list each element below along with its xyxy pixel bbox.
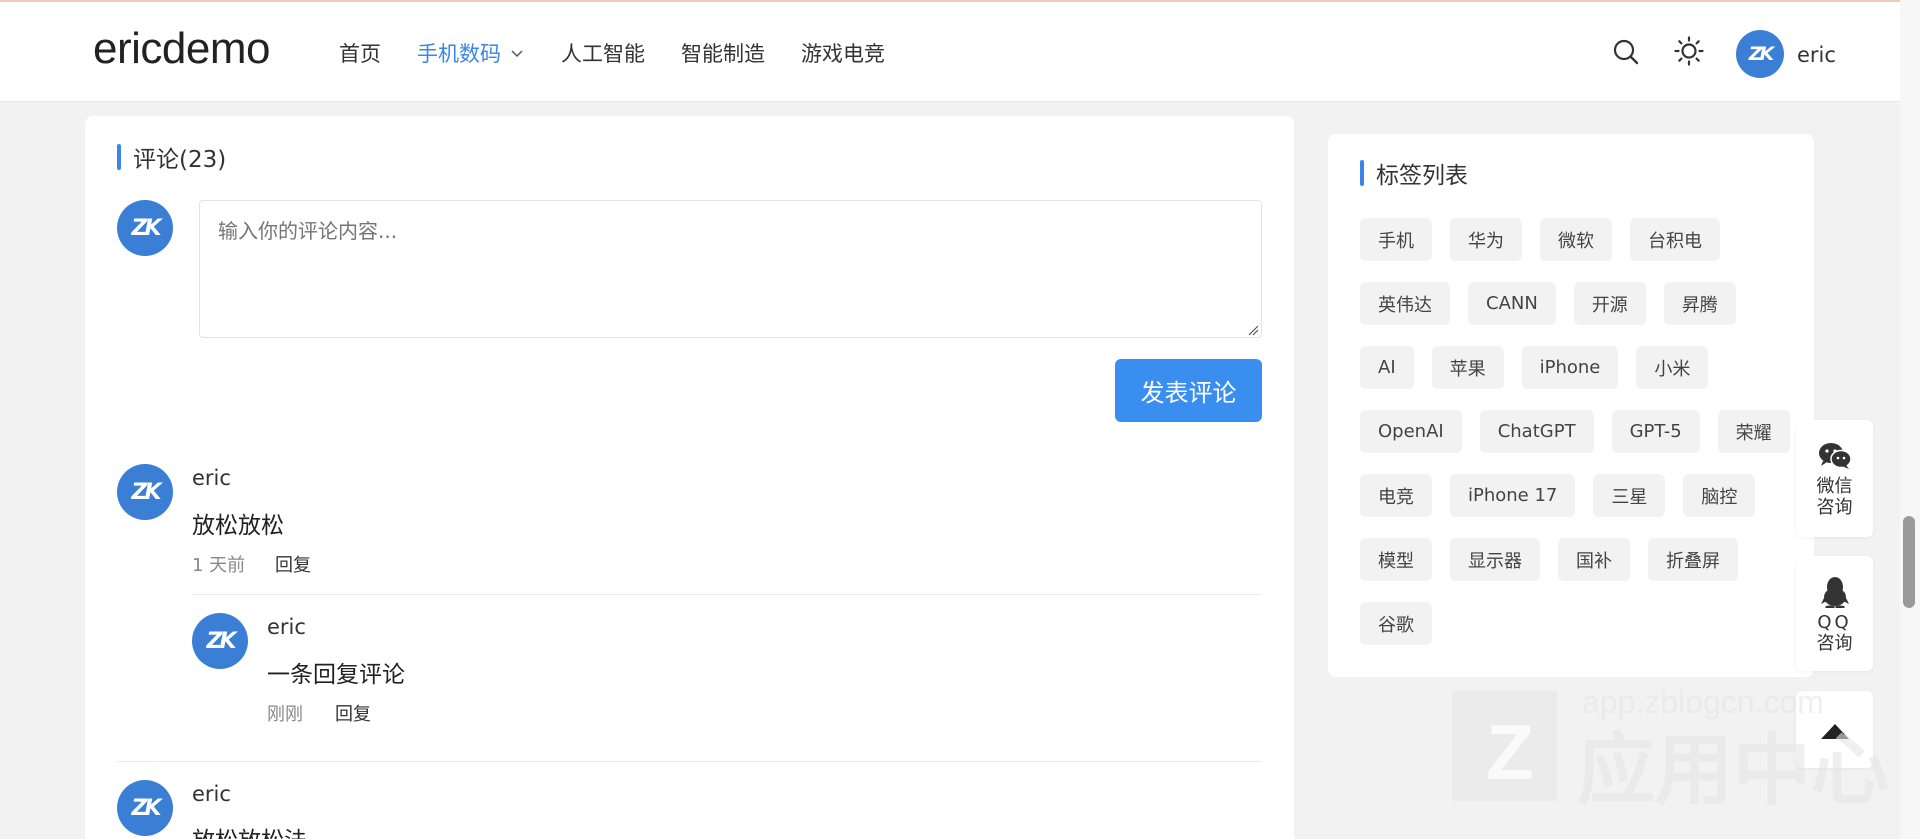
svg-text:Z: Z <box>1486 708 1534 796</box>
reply-button[interactable]: 回复 <box>275 551 311 577</box>
tag-list-title: 标签列表 <box>1360 156 1468 190</box>
site-header: ericdemo 首页 手机数码 人工智能 智能制造 游戏电竞 ZK eric <box>0 2 1900 102</box>
tag-item[interactable]: 电竞 <box>1360 474 1432 517</box>
reply-time: 刚刚 <box>267 704 303 725</box>
avatar: ZK <box>117 780 173 836</box>
user-name[interactable]: eric <box>1797 43 1836 67</box>
comments-title: 评论(23) <box>117 140 226 174</box>
submit-comment-button[interactable]: 发表评论 <box>1115 359 1262 422</box>
back-to-top-button[interactable] <box>1796 691 1873 768</box>
comment-author: eric <box>192 466 231 490</box>
tag-item[interactable]: 小米 <box>1636 346 1709 389</box>
arrow-up-icon <box>1820 723 1849 739</box>
avatar: ZK <box>192 613 248 669</box>
wechat-consult-button[interactable]: 微信 咨询 <box>1796 420 1873 537</box>
nav-item-ai[interactable]: 人工智能 <box>561 38 645 68</box>
comment-text: 放松放松 <box>192 513 284 539</box>
tag-item[interactable]: 开源 <box>1573 282 1646 325</box>
page-scrollbar[interactable] <box>1900 0 1920 839</box>
tag-item[interactable]: 手机 <box>1360 218 1432 261</box>
tag-item[interactable]: CANN <box>1468 282 1556 325</box>
comment-text: 放松放松法 <box>192 821 307 839</box>
sun-icon[interactable] <box>1674 36 1704 66</box>
tag-item[interactable]: 台积电 <box>1630 218 1720 261</box>
tag-item[interactable]: GPT-5 <box>1611 410 1700 453</box>
svg-text:app.zblogcn.com: app.zblogcn.com <box>1582 687 1824 720</box>
tag-item[interactable]: 模型 <box>1360 538 1432 581</box>
qq-label: QQ 咨询 <box>1816 612 1853 654</box>
resize-handle-icon[interactable] <box>1247 324 1259 336</box>
comment-input[interactable] <box>199 200 1262 338</box>
tag-item[interactable]: 三星 <box>1593 474 1666 517</box>
tag-item[interactable]: ChatGPT <box>1479 410 1594 453</box>
chevron-down-icon <box>511 50 523 58</box>
tag-item[interactable]: 国补 <box>1558 538 1630 581</box>
search-icon[interactable] <box>1612 38 1640 66</box>
tag-item[interactable]: OpenAI <box>1360 410 1462 453</box>
qq-consult-button[interactable]: QQ 咨询 <box>1796 556 1873 671</box>
title-accent-bar <box>1360 160 1364 186</box>
reply-text: 一条回复评论 <box>267 662 405 688</box>
tag-item[interactable]: 折叠屏 <box>1648 538 1738 581</box>
main-nav: 首页 手机数码 人工智能 智能制造 游戏电竞 <box>339 38 921 68</box>
avatar: ZK <box>117 464 173 520</box>
nav-item-home[interactable]: 首页 <box>339 38 381 68</box>
tag-list-card: 标签列表 手机 华为 微软 台积电英伟达 CANN 开源 昇腾 AI 苹果 iPhone 小米 Ope… <box>1328 134 1814 677</box>
nav-item-esports[interactable]: 游戏电竞 <box>801 38 885 68</box>
divider <box>192 594 1262 595</box>
wechat-icon <box>1818 443 1852 469</box>
reply-button[interactable]: 回复 <box>335 700 371 726</box>
site-logo[interactable]: ericdemo <box>93 24 270 74</box>
tag-item[interactable]: 华为 <box>1450 218 1522 261</box>
comments-card: 评论(23) ZK 发表评论 ZK eric 放松放松 1 天前 回复 ZK e… <box>85 116 1294 839</box>
tag-item[interactable]: 脑控 <box>1683 474 1756 517</box>
divider <box>117 761 1262 762</box>
avatar: ZK <box>117 200 173 256</box>
nav-item-phones[interactable]: 手机数码 <box>417 38 525 68</box>
tag-item[interactable]: iPhone 17 <box>1450 474 1576 517</box>
qq-penguin-icon <box>1820 577 1849 608</box>
tag-item[interactable]: AI <box>1360 346 1414 389</box>
tag-cloud: 手机 华为 微软 台积电英伟达 CANN 开源 昇腾 AI 苹果 iPhone 小米 OpenAI Ch… <box>1360 218 1800 645</box>
nav-item-manufacturing[interactable]: 智能制造 <box>681 38 765 68</box>
tag-item[interactable]: 微软 <box>1540 218 1612 261</box>
tag-item[interactable]: 英伟达 <box>1360 282 1450 325</box>
comment-time: 1 天前 <box>192 555 246 576</box>
user-avatar[interactable]: ZK <box>1736 30 1784 78</box>
tag-item[interactable]: 显示器 <box>1450 538 1540 581</box>
tag-item[interactable]: iPhone <box>1521 346 1619 389</box>
wechat-label: 微信 咨询 <box>1816 476 1853 518</box>
tag-item[interactable]: 昇腾 <box>1663 282 1736 325</box>
scrollbar-thumb[interactable] <box>1903 516 1915 608</box>
comment-author: eric <box>192 782 231 806</box>
tag-item[interactable]: 苹果 <box>1431 346 1504 389</box>
tag-item[interactable]: 谷歌 <box>1360 602 1432 645</box>
tag-item[interactable]: 荣耀 <box>1717 410 1790 453</box>
title-accent-bar <box>117 144 121 170</box>
reply-author: eric <box>267 615 306 639</box>
